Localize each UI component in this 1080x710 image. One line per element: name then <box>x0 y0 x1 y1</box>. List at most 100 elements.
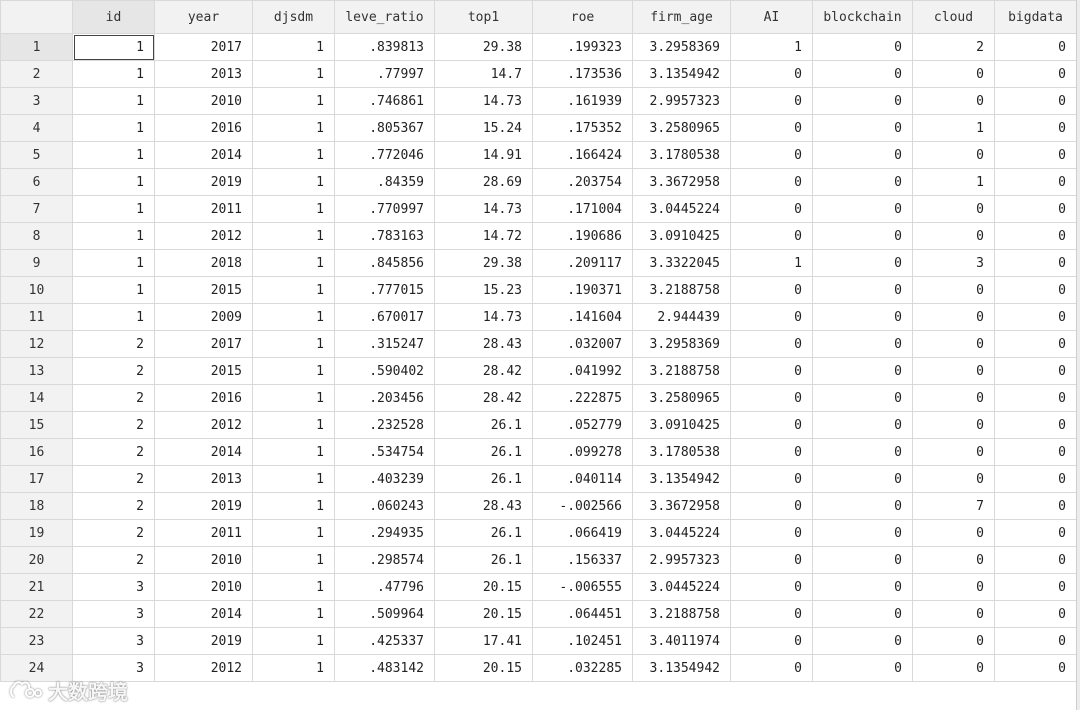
cell-id[interactable]: 1 <box>72 222 155 250</box>
cell-bigdata[interactable]: 0 <box>994 60 1077 88</box>
row-number[interactable]: 15 <box>0 411 73 439</box>
cell-leve-ratio[interactable]: .294935 <box>334 519 435 547</box>
cell-leve-ratio[interactable]: .805367 <box>334 114 435 142</box>
cell-bigdata[interactable]: 0 <box>994 411 1077 439</box>
cell-year[interactable]: 2017 <box>154 33 253 61</box>
cell-top1[interactable]: 26.1 <box>434 411 533 439</box>
cell-bigdata[interactable]: 0 <box>994 330 1077 358</box>
cell-cloud[interactable]: 1 <box>912 114 995 142</box>
cell-bigdata[interactable]: 0 <box>994 87 1077 115</box>
cell-top1[interactable]: 20.15 <box>434 573 533 601</box>
cell-year[interactable]: 2012 <box>154 222 253 250</box>
cell-roe[interactable]: .064451 <box>532 600 633 628</box>
cell-djsdm[interactable]: 1 <box>252 465 335 493</box>
cell-id[interactable]: 2 <box>72 492 155 520</box>
cell-roe[interactable]: .190371 <box>532 276 633 304</box>
column-header-leve-ratio[interactable]: leve_ratio <box>334 0 435 34</box>
cell-firm-age[interactable]: 3.3672958 <box>632 168 731 196</box>
cell-blockchain[interactable]: 0 <box>812 357 913 385</box>
cell-ai[interactable]: 0 <box>730 87 813 115</box>
cell-ai[interactable]: 0 <box>730 573 813 601</box>
cell-djsdm[interactable]: 1 <box>252 357 335 385</box>
cell-top1[interactable]: 14.91 <box>434 141 533 169</box>
cell-top1[interactable]: 20.15 <box>434 600 533 628</box>
cell-top1[interactable]: 29.38 <box>434 33 533 61</box>
cell-cloud[interactable]: 0 <box>912 573 995 601</box>
row-number[interactable]: 17 <box>0 465 73 493</box>
cell-djsdm[interactable]: 1 <box>252 411 335 439</box>
cell-djsdm[interactable]: 1 <box>252 114 335 142</box>
cell-cloud[interactable]: 0 <box>912 411 995 439</box>
cell-bigdata[interactable]: 0 <box>994 114 1077 142</box>
row-number[interactable]: 5 <box>0 141 73 169</box>
cell-bigdata[interactable]: 0 <box>994 384 1077 412</box>
cell-year[interactable]: 2010 <box>154 87 253 115</box>
column-header-id[interactable]: id <box>72 0 155 34</box>
cell-firm-age[interactable]: 3.1780538 <box>632 438 731 466</box>
cell-ai[interactable]: 0 <box>730 654 813 682</box>
cell-ai[interactable]: 0 <box>730 411 813 439</box>
cell-roe[interactable]: .040114 <box>532 465 633 493</box>
cell-year[interactable]: 2009 <box>154 303 253 331</box>
cell-cloud[interactable]: 0 <box>912 546 995 574</box>
cell-firm-age[interactable]: 3.2580965 <box>632 384 731 412</box>
cell-ai[interactable]: 0 <box>730 546 813 574</box>
cell-id[interactable]: 2 <box>72 465 155 493</box>
row-number[interactable]: 3 <box>0 87 73 115</box>
cell-roe[interactable]: .175352 <box>532 114 633 142</box>
row-number[interactable]: 22 <box>0 600 73 628</box>
cell-bigdata[interactable]: 0 <box>994 222 1077 250</box>
cell-id[interactable]: 1 <box>72 276 155 304</box>
cell-blockchain[interactable]: 0 <box>812 492 913 520</box>
row-number[interactable]: 23 <box>0 627 73 655</box>
cell-cloud[interactable]: 0 <box>912 357 995 385</box>
vertical-scrollbar[interactable] <box>1076 0 1080 710</box>
cell-cloud[interactable]: 0 <box>912 384 995 412</box>
cell-blockchain[interactable]: 0 <box>812 33 913 61</box>
cell-top1[interactable]: 26.1 <box>434 465 533 493</box>
cell-roe[interactable]: .032285 <box>532 654 633 682</box>
cell-cloud[interactable]: 0 <box>912 195 995 223</box>
cell-leve-ratio[interactable]: .509964 <box>334 600 435 628</box>
cell-year[interactable]: 2019 <box>154 492 253 520</box>
cell-djsdm[interactable]: 1 <box>252 546 335 574</box>
cell-djsdm[interactable]: 1 <box>252 573 335 601</box>
cell-blockchain[interactable]: 0 <box>812 411 913 439</box>
cell-cloud[interactable]: 0 <box>912 465 995 493</box>
cell-bigdata[interactable]: 0 <box>994 492 1077 520</box>
cell-cloud[interactable]: 0 <box>912 438 995 466</box>
cell-djsdm[interactable]: 1 <box>252 222 335 250</box>
cell-year[interactable]: 2015 <box>154 276 253 304</box>
cell-bigdata[interactable]: 0 <box>994 519 1077 547</box>
cell-leve-ratio[interactable]: .783163 <box>334 222 435 250</box>
cell-blockchain[interactable]: 0 <box>812 276 913 304</box>
cell-leve-ratio[interactable]: .298574 <box>334 546 435 574</box>
cell-djsdm[interactable]: 1 <box>252 654 335 682</box>
cell-bigdata[interactable]: 0 <box>994 465 1077 493</box>
cell-cloud[interactable]: 7 <box>912 492 995 520</box>
cell-djsdm[interactable]: 1 <box>252 195 335 223</box>
cell-top1[interactable]: 14.73 <box>434 87 533 115</box>
cell-djsdm[interactable]: 1 <box>252 249 335 277</box>
cell-year[interactable]: 2011 <box>154 195 253 223</box>
column-header-ai[interactable]: AI <box>730 0 813 34</box>
cell-cloud[interactable]: 2 <box>912 33 995 61</box>
cell-djsdm[interactable]: 1 <box>252 600 335 628</box>
cell-firm-age[interactable]: 3.4011974 <box>632 627 731 655</box>
cell-roe[interactable]: .166424 <box>532 141 633 169</box>
cell-ai[interactable]: 0 <box>730 195 813 223</box>
cell-roe[interactable]: .032007 <box>532 330 633 358</box>
cell-ai[interactable]: 0 <box>730 168 813 196</box>
cell-cloud[interactable]: 0 <box>912 60 995 88</box>
cell-year[interactable]: 2018 <box>154 249 253 277</box>
cell-bigdata[interactable]: 0 <box>994 546 1077 574</box>
cell-cloud[interactable]: 0 <box>912 627 995 655</box>
row-number[interactable]: 20 <box>0 546 73 574</box>
cell-id[interactable]: 1 <box>72 168 155 196</box>
row-number[interactable]: 6 <box>0 168 73 196</box>
cell-year[interactable]: 2019 <box>154 627 253 655</box>
cell-ai[interactable]: 0 <box>730 60 813 88</box>
row-number[interactable]: 10 <box>0 276 73 304</box>
cell-blockchain[interactable]: 0 <box>812 114 913 142</box>
cell-cloud[interactable]: 0 <box>912 222 995 250</box>
